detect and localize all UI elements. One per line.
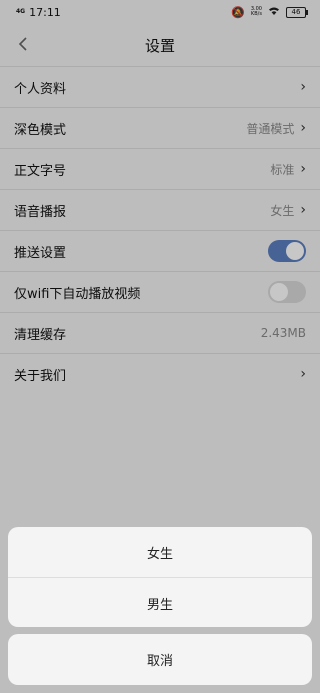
cancel-button[interactable]: 取消 [8, 634, 312, 685]
option-male[interactable]: 男生 [8, 577, 312, 627]
cancel-sheet: 取消 [8, 634, 312, 685]
option-female[interactable]: 女生 [8, 527, 312, 577]
voice-options-sheet: 女生 男生 [8, 527, 312, 627]
settings-screen: 4G 17:11 🔕 3.00 KB/s 46 设置 个人资料 › 深色模式 普… [0, 0, 320, 693]
